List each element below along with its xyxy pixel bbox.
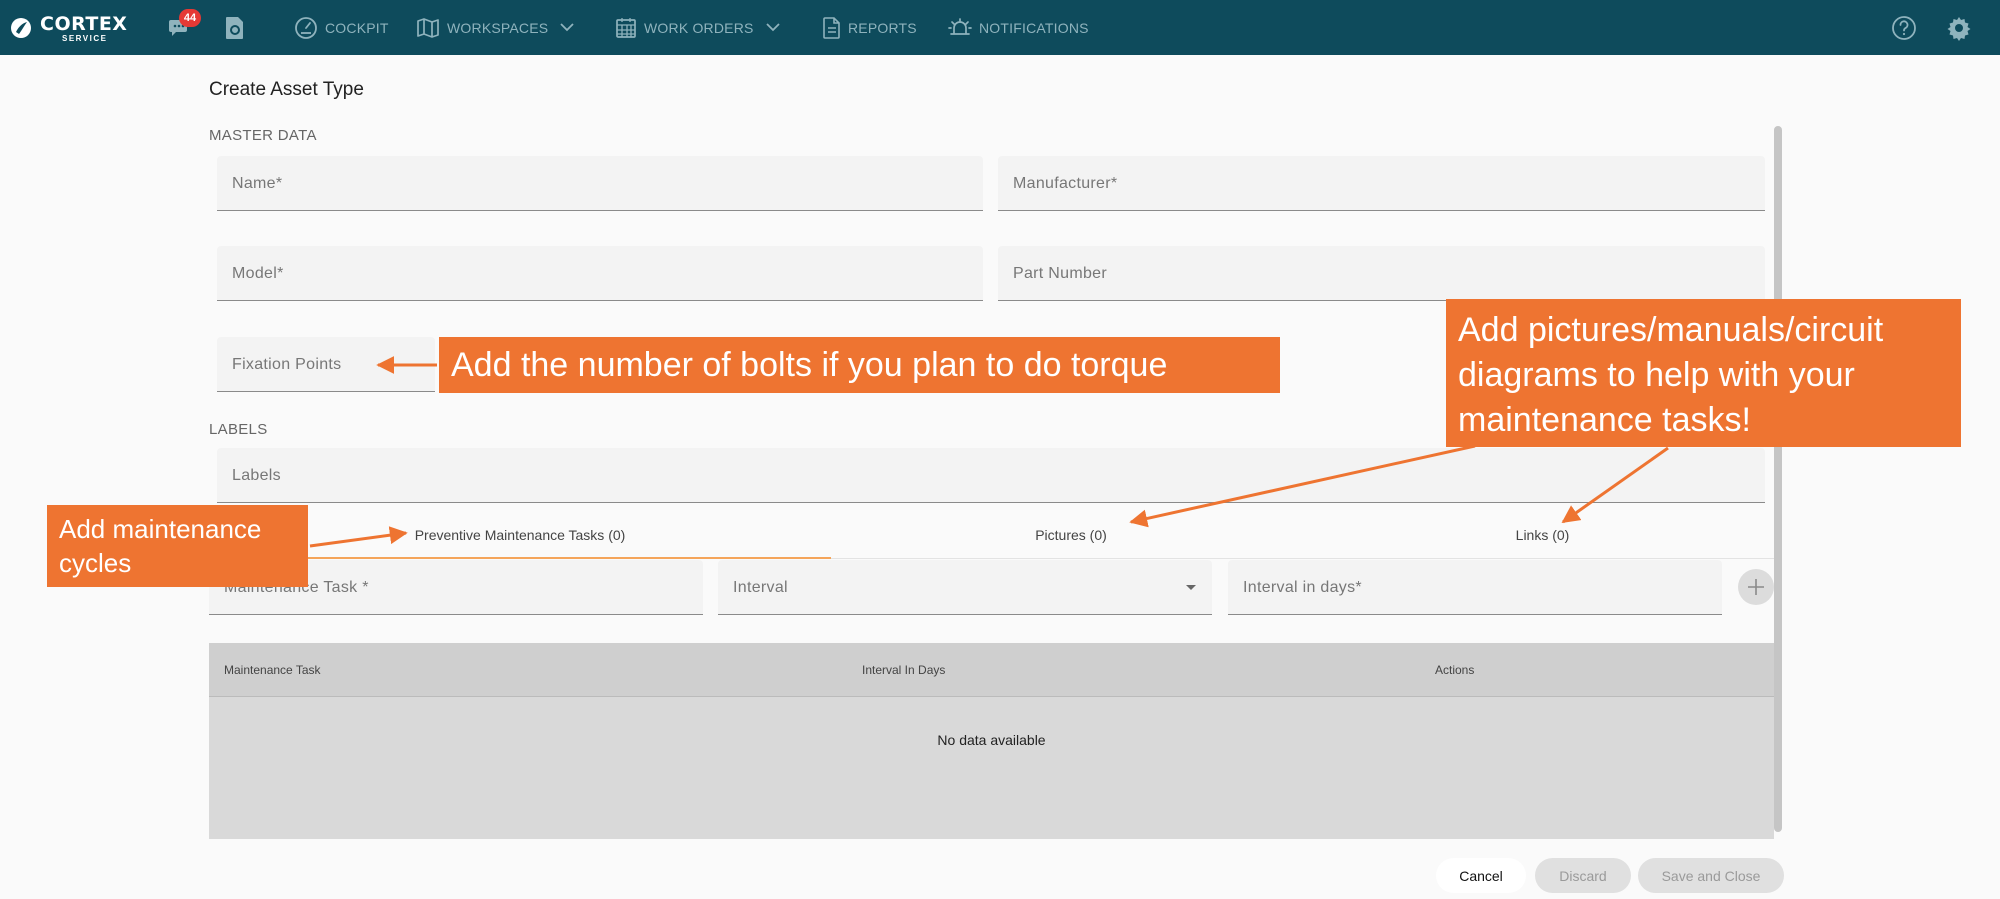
logo-subtitle: SERVICE: [62, 34, 108, 43]
help-button[interactable]: [1889, 13, 1919, 43]
part-number-field[interactable]: Part Number: [998, 246, 1765, 301]
help-circle-icon: [1892, 16, 1916, 40]
calendar-icon: [616, 17, 636, 38]
document-icon: [823, 16, 840, 39]
callout-pictures: Add pictures/manuals/circuit diagrams to…: [1446, 299, 1961, 447]
add-task-button[interactable]: [1738, 569, 1774, 605]
interval-select[interactable]: Interval: [718, 560, 1212, 615]
map-icon: [417, 17, 439, 38]
master-data-heading: MASTER DATA: [209, 127, 317, 144]
part-number-placeholder: Part Number: [1013, 265, 1107, 282]
tab-pictures[interactable]: Pictures (0): [831, 511, 1311, 559]
chat-count-badge: 44: [179, 9, 201, 27]
callout-bolts: Add the number of bolts if you plan to d…: [439, 337, 1280, 393]
empty-table-message: No data available: [937, 732, 1046, 748]
model-field[interactable]: Model*: [217, 246, 983, 301]
nav-reports[interactable]: REPORTS: [823, 0, 917, 55]
nav-work-orders-label: WORK ORDERS: [644, 19, 754, 36]
interval-placeholder: Interval: [733, 579, 788, 596]
nav-notifications[interactable]: NOTIFICATIONS: [948, 0, 1089, 55]
form-scrollbar[interactable]: [1774, 126, 1782, 832]
tab-links[interactable]: Links (0): [1311, 511, 1774, 559]
settings-button[interactable]: [1944, 13, 1974, 43]
chevron-down-icon: [560, 23, 574, 32]
column-maintenance-task[interactable]: Maintenance Task: [224, 663, 321, 677]
save-and-close-button[interactable]: Save and Close: [1638, 858, 1784, 893]
gear-icon: [1947, 17, 1971, 41]
column-interval-days[interactable]: Interval In Days: [862, 663, 945, 677]
nav-reports-label: REPORTS: [848, 19, 917, 36]
nav-work-orders[interactable]: WORK ORDERS: [615, 0, 780, 55]
discard-button[interactable]: Discard: [1535, 858, 1631, 893]
nav-workspaces-label: WORKSPACES: [447, 19, 549, 36]
page-title: Create Asset Type: [209, 79, 364, 100]
manufacturer-placeholder: Manufacturer*: [1013, 175, 1118, 192]
fixation-points-field[interactable]: Fixation Points: [217, 337, 435, 392]
interval-days-field[interactable]: Interval in days*: [1228, 560, 1722, 615]
cortex-logo[interactable]: CORTEX SERVICE: [8, 12, 143, 43]
logo-wordmark: CORTEX: [40, 13, 128, 35]
plus-icon: [1748, 579, 1764, 595]
nav-cockpit[interactable]: COCKPIT: [294, 0, 389, 55]
fixation-points-placeholder: Fixation Points: [232, 356, 342, 373]
name-field[interactable]: Name*: [217, 156, 983, 211]
interval-days-placeholder: Interval in days*: [1243, 579, 1362, 596]
manufacturer-field[interactable]: Manufacturer*: [998, 156, 1765, 211]
gauge-icon: [295, 16, 317, 39]
nav-cockpit-label: COCKPIT: [325, 19, 389, 36]
top-navigation-bar: CORTEX SERVICE 44 COCKPIT WORKSPACES WOR…: [0, 0, 2000, 55]
nav-workspaces[interactable]: WORKSPACES: [416, 0, 574, 55]
name-placeholder: Name*: [232, 175, 283, 192]
cancel-button[interactable]: Cancel: [1436, 858, 1526, 893]
labels-field[interactable]: Labels: [217, 448, 1765, 503]
column-actions: Actions: [1435, 663, 1475, 677]
model-placeholder: Model*: [232, 265, 284, 282]
callout-maintenance-cycles: Add maintenance cycles: [47, 505, 308, 587]
maintenance-task-table: Maintenance Task Interval In Days Action…: [209, 643, 1774, 839]
document-add-icon: [226, 17, 243, 39]
alarm-icon: [948, 17, 972, 35]
new-document-button[interactable]: [219, 12, 251, 44]
logo-mark-icon: [11, 18, 31, 38]
labels-heading: LABELS: [209, 421, 268, 438]
table-header: Maintenance Task Interval In Days Action…: [209, 643, 1774, 697]
labels-placeholder: Labels: [232, 467, 281, 484]
chevron-down-icon: [765, 23, 780, 32]
dropdown-arrow-icon: [1186, 585, 1196, 590]
nav-notifications-label: NOTIFICATIONS: [979, 19, 1089, 36]
